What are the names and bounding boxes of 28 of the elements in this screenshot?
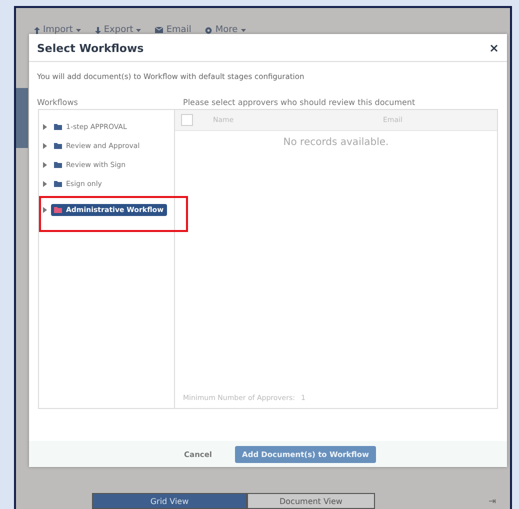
dialog-title: Select Workflows [37, 42, 144, 54]
close-button[interactable]: × [488, 41, 499, 55]
mail-icon [155, 27, 164, 33]
workflows-label: Workflows [37, 98, 79, 107]
expand-arrow-icon[interactable] [43, 143, 47, 149]
folder-icon [54, 181, 62, 187]
toolbar-button[interactable]: Email [166, 25, 192, 35]
folder-icon [54, 143, 62, 149]
upload-arrow-icon [34, 26, 40, 34]
toolbar-button[interactable]: More [215, 25, 238, 35]
expand-arrow-icon[interactable] [43, 207, 47, 213]
folder-icon [54, 124, 62, 130]
collapse-icon[interactable]: ⇥ [488, 497, 496, 507]
expand-arrow-icon[interactable] [43, 124, 47, 130]
expand-arrow-icon[interactable] [43, 162, 47, 168]
select-all-checkbox[interactable] [181, 114, 193, 126]
approvers-label: Please select approvers who should review this document [183, 98, 416, 107]
download-arrow-icon [94, 26, 101, 34]
view-tab[interactable]: Grid View [92, 493, 247, 509]
toolbar-button[interactable]: Import [43, 25, 73, 35]
expand-arrow-icon[interactable] [43, 181, 47, 187]
empty-message: No records available. [283, 137, 389, 148]
view-tab[interactable]: Document View [247, 493, 375, 509]
folder-icon [54, 162, 62, 168]
folder-icon [54, 207, 62, 213]
settings-icon [205, 26, 212, 34]
toolbar-button[interactable]: Export [104, 25, 134, 35]
sidebar-strip [16, 88, 28, 148]
